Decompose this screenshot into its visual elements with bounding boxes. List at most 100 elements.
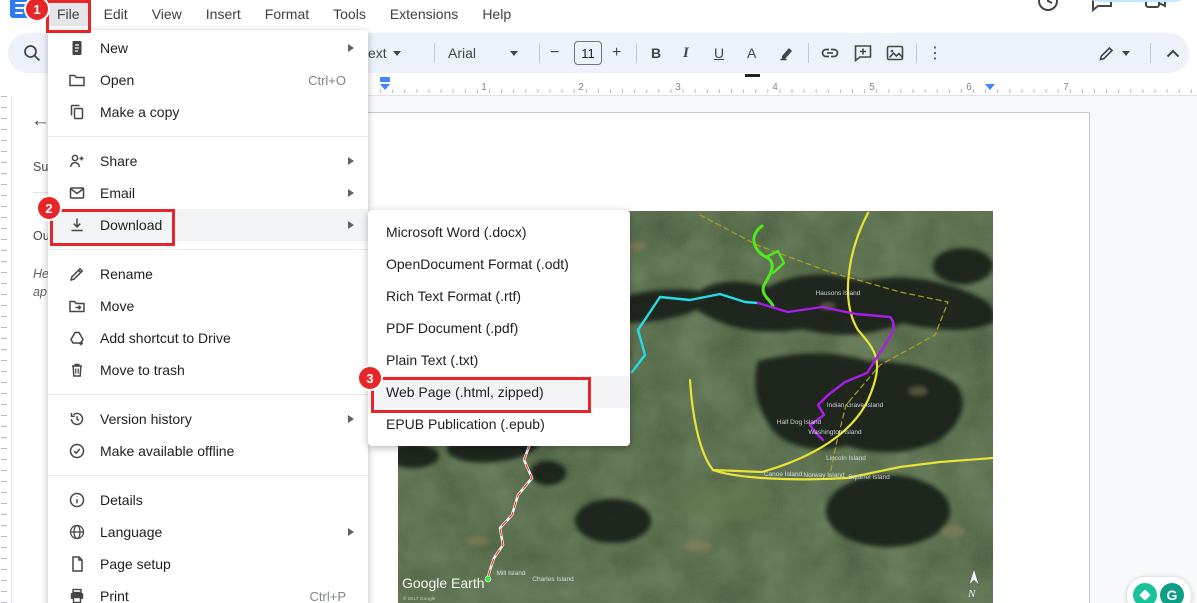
bold-button[interactable]: B xyxy=(651,33,661,73)
map-label: Half Dog Island xyxy=(777,419,822,426)
link-icon xyxy=(820,43,840,63)
search-icon[interactable] xyxy=(22,43,42,63)
editing-mode-dropdown[interactable] xyxy=(1098,33,1130,73)
file-menu-item-rename[interactable]: Rename xyxy=(48,258,368,290)
paragraph-styles-dropdown[interactable]: ext xyxy=(368,33,401,73)
file-menu-item-details[interactable]: Details xyxy=(48,484,368,516)
svg-text:1: 1 xyxy=(481,82,487,93)
file-menu-item-make-a-copy[interactable]: Make a copy xyxy=(48,96,368,128)
file-menu-item-page-setup[interactable]: Page setup xyxy=(48,548,368,580)
decrease-font-size-button[interactable]: − xyxy=(550,33,559,73)
app-header: File Edit View Insert Format Tools Exten… xyxy=(0,0,1197,30)
share-person-icon xyxy=(68,152,86,170)
add-comment-button[interactable] xyxy=(853,33,873,73)
submenu-item-docx[interactable]: Microsoft Word (.docx) xyxy=(368,216,630,248)
grammarly-g-icon[interactable]: G xyxy=(1160,583,1184,603)
underline-button[interactable]: U xyxy=(714,33,724,73)
outline-hint-line1: He xyxy=(33,267,49,281)
open-folder-icon xyxy=(68,71,86,89)
submenu-arrow-icon xyxy=(348,157,354,165)
menu-divider xyxy=(48,136,368,137)
file-menu-item-email[interactable]: Email xyxy=(48,177,368,209)
track-start-dot xyxy=(485,576,491,582)
font-family-dropdown[interactable]: Arial xyxy=(448,33,518,73)
map-label: Canoe Island xyxy=(764,471,803,478)
svg-text:5: 5 xyxy=(869,82,875,93)
file-menu-item-version-history[interactable]: Version history xyxy=(48,403,368,435)
drive-shortcut-icon xyxy=(68,329,86,347)
insert-link-button[interactable] xyxy=(820,33,840,73)
annotation-box-web-page xyxy=(371,377,591,413)
page-setup-icon xyxy=(68,555,86,573)
submenu-arrow-icon xyxy=(348,221,354,229)
hide-menus-button[interactable] xyxy=(1166,33,1180,73)
email-icon xyxy=(68,184,86,202)
menu-extensions[interactable]: Extensions xyxy=(381,2,467,26)
pencil-icon xyxy=(1098,44,1116,62)
outline-hint-line2: ap xyxy=(33,285,47,299)
file-menu-item-open[interactable]: Open Ctrl+O xyxy=(48,64,368,96)
menu-view[interactable]: View xyxy=(143,2,191,26)
file-menu-item-add-shortcut-to-drive[interactable]: Add shortcut to Drive xyxy=(48,322,368,354)
map-label: Mill Island xyxy=(497,570,526,577)
file-menu-item-move[interactable]: Move xyxy=(48,290,368,322)
menu-insert[interactable]: Insert xyxy=(197,2,250,26)
submenu-arrow-icon xyxy=(348,44,354,52)
file-menu-item-print[interactable]: Print Ctrl+P xyxy=(48,580,368,603)
svg-text:N: N xyxy=(967,588,976,600)
svg-text:6: 6 xyxy=(966,82,972,93)
vertical-ruler[interactable] xyxy=(0,96,12,603)
file-menu-item-new[interactable]: New xyxy=(48,32,368,64)
submenu-arrow-icon xyxy=(348,189,354,197)
annotation-badge-2: 2 xyxy=(36,195,62,221)
highlighter-icon xyxy=(778,44,796,62)
increase-font-size-button[interactable]: + xyxy=(612,33,621,73)
map-label: Charles Island xyxy=(532,576,574,583)
submenu-item-txt[interactable]: Plain Text (.txt) xyxy=(368,344,630,376)
menu-edit[interactable]: Edit xyxy=(95,2,137,26)
svg-text:3: 3 xyxy=(675,82,681,93)
grammarly-widget[interactable]: G xyxy=(1126,576,1192,603)
file-menu-item-make-available-offline[interactable]: Make available offline xyxy=(48,435,368,467)
insert-image-button[interactable] xyxy=(885,33,905,73)
annotation-badge-3: 3 xyxy=(357,365,383,391)
file-menu-item-language[interactable]: Language xyxy=(48,516,368,548)
italic-button[interactable]: I xyxy=(683,33,689,73)
chevron-down-icon xyxy=(510,51,518,56)
more-toolbar-options-button[interactable]: ⋮ xyxy=(927,33,943,73)
chevron-down-icon xyxy=(1122,51,1130,56)
menu-divider xyxy=(48,249,368,250)
map-copyright: © 2017 Google xyxy=(403,595,436,602)
highlight-color-button[interactable] xyxy=(778,33,796,73)
grammarly-diamond-icon[interactable] xyxy=(1133,583,1157,603)
new-document-icon xyxy=(68,39,86,57)
rename-pencil-icon xyxy=(68,265,86,283)
submenu-item-pdf[interactable]: PDF Document (.pdf) xyxy=(368,312,630,344)
version-history-icon[interactable] xyxy=(1035,0,1061,14)
font-size-input[interactable]: 11 xyxy=(574,41,602,65)
comments-icon[interactable] xyxy=(1089,0,1115,14)
google-docs-window: ← Su Ou He ap xyxy=(0,0,1197,603)
meet-video-icon[interactable] xyxy=(1143,0,1169,14)
summary-label: Su xyxy=(33,160,48,174)
menu-help[interactable]: Help xyxy=(473,2,520,26)
annotation-box-file xyxy=(46,0,91,33)
offline-check-icon xyxy=(68,442,86,460)
map-label: Norway Island xyxy=(803,472,845,479)
printer-icon xyxy=(68,587,86,603)
svg-text:2: 2 xyxy=(578,82,584,93)
menu-divider xyxy=(48,475,368,476)
menu-format[interactable]: Format xyxy=(256,2,318,26)
submenu-item-rtf[interactable]: Rich Text Format (.rtf) xyxy=(368,280,630,312)
file-menu-item-share[interactable]: Share xyxy=(48,145,368,177)
chevron-up-icon xyxy=(1166,49,1180,58)
copy-icon xyxy=(68,103,86,121)
image-icon xyxy=(885,43,905,63)
file-menu-item-move-to-trash[interactable]: Move to trash xyxy=(48,354,368,386)
menu-tools[interactable]: Tools xyxy=(324,2,375,26)
submenu-item-odt[interactable]: OpenDocument Format (.odt) xyxy=(368,248,630,280)
share-button[interactable]: Share xyxy=(1081,0,1193,2)
menu-bar: File Edit View Insert Format Tools Exten… xyxy=(48,2,520,26)
annotation-box-download xyxy=(50,209,175,246)
map-label: Hausons Island xyxy=(816,290,861,297)
